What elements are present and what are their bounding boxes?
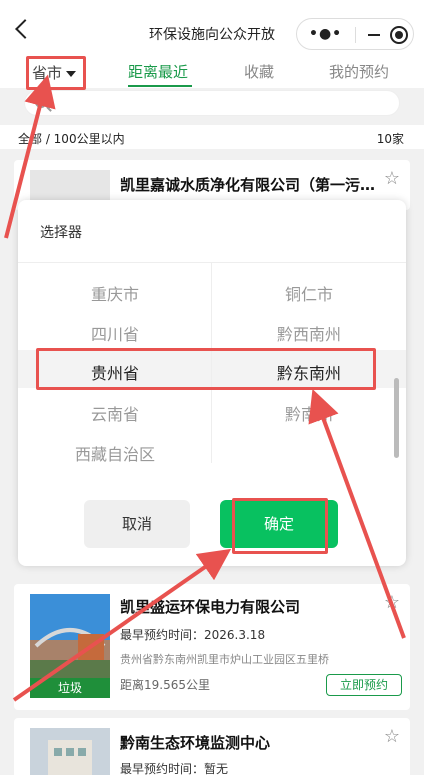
annotation-arrow-1 bbox=[4, 74, 56, 239]
annotation-arrows bbox=[4, 74, 406, 702]
annotation-arrow-3 bbox=[308, 388, 406, 639]
annotation-arrow-2 bbox=[12, 548, 232, 702]
